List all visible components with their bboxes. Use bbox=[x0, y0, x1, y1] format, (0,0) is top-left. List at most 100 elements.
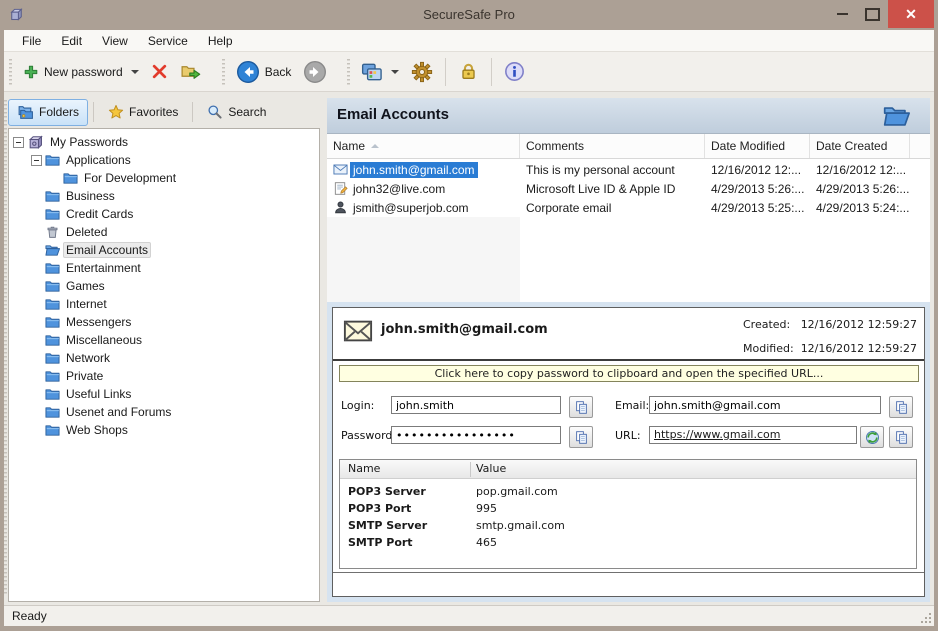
menu-file[interactable]: File bbox=[12, 31, 51, 51]
folder-icon bbox=[45, 387, 60, 402]
view-mode-button[interactable] bbox=[355, 57, 405, 87]
tab-search-label: Search bbox=[228, 105, 266, 119]
collapse-icon[interactable] bbox=[31, 155, 42, 166]
page-title: Email Accounts bbox=[337, 106, 449, 123]
folder-icon bbox=[45, 333, 60, 348]
delete-button[interactable] bbox=[145, 59, 174, 84]
minimize-icon bbox=[837, 13, 848, 15]
copy-login-button[interactable] bbox=[569, 396, 593, 418]
tree-item-for-development[interactable]: For Development bbox=[9, 169, 319, 187]
tree-item-usenet-and-forums[interactable]: Usenet and Forums bbox=[9, 403, 319, 421]
tree-item-email-accounts[interactable]: Email Accounts bbox=[9, 241, 319, 259]
tree-item-games[interactable]: Games bbox=[9, 277, 319, 295]
folder-icon bbox=[45, 297, 60, 312]
export-button[interactable] bbox=[174, 58, 208, 85]
tree-item-business[interactable]: Business bbox=[9, 187, 319, 205]
tab-folders[interactable]: Folders bbox=[8, 99, 88, 126]
tree-item-miscellaneous[interactable]: Miscellaneous bbox=[9, 331, 319, 349]
chevron-down-icon[interactable] bbox=[131, 70, 139, 74]
lock-button[interactable] bbox=[452, 57, 485, 86]
column-header-date-created[interactable]: Date Created bbox=[810, 134, 910, 158]
tab-favorites[interactable]: Favorites bbox=[99, 99, 187, 125]
list-row[interactable]: john.smith@gmail.com This is my personal… bbox=[327, 160, 930, 179]
panel-gripper[interactable] bbox=[4, 100, 7, 596]
tree-item-network[interactable]: Network bbox=[9, 349, 319, 367]
star-icon bbox=[108, 104, 124, 120]
list-row[interactable]: jsmith@superjob.com Corporate email 4/29… bbox=[327, 198, 930, 217]
tree-item-messengers[interactable]: Messengers bbox=[9, 313, 319, 331]
toolbar-gripper[interactable] bbox=[347, 59, 350, 85]
delete-icon bbox=[151, 63, 168, 80]
back-label: Back bbox=[265, 65, 292, 79]
tree-item-private[interactable]: Private bbox=[9, 367, 319, 385]
created-label: Created: bbox=[743, 318, 803, 331]
minimize-button[interactable] bbox=[828, 0, 856, 28]
toolbar: New password Back bbox=[4, 52, 934, 92]
menu-service[interactable]: Service bbox=[138, 31, 198, 51]
url-link[interactable]: https://www.gmail.com bbox=[654, 428, 780, 441]
column-header-name[interactable]: Name bbox=[327, 134, 520, 158]
tab-favorites-label: Favorites bbox=[129, 105, 178, 119]
export-icon bbox=[180, 62, 202, 81]
advanced-column-value[interactable]: Value bbox=[476, 462, 506, 475]
column-header-comments[interactable]: Comments bbox=[520, 134, 705, 158]
copy-password-button[interactable] bbox=[569, 426, 593, 448]
settings-button[interactable] bbox=[405, 57, 439, 87]
table-row[interactable]: POP3 Port 995 bbox=[340, 502, 916, 519]
table-row[interactable]: SMTP Server smtp.gmail.com bbox=[340, 519, 916, 536]
note-icon bbox=[333, 181, 348, 196]
menu-edit[interactable]: Edit bbox=[51, 31, 92, 51]
advanced-column-name[interactable]: Name bbox=[348, 462, 380, 475]
tab-divider bbox=[333, 572, 924, 573]
tree-item-credit-cards[interactable]: Credit Cards bbox=[9, 205, 319, 223]
email-field[interactable] bbox=[649, 396, 881, 414]
tab-search[interactable]: Search bbox=[198, 99, 275, 125]
list-row[interactable]: john32@live.com Microsoft Live ID & Appl… bbox=[327, 179, 930, 198]
forward-button[interactable] bbox=[297, 56, 333, 88]
tree-item-web-shops[interactable]: Web Shops bbox=[9, 421, 319, 439]
toolbar-gripper[interactable] bbox=[222, 59, 225, 85]
maximize-button[interactable] bbox=[858, 0, 886, 28]
url-field[interactable]: https://www.gmail.com bbox=[649, 426, 857, 444]
password-label: Password: bbox=[341, 429, 396, 442]
safe-icon bbox=[27, 134, 44, 151]
tree-item-my-passwords[interactable]: My Passwords bbox=[9, 133, 319, 151]
tree-item-internet[interactable]: Internet bbox=[9, 295, 319, 313]
about-button[interactable] bbox=[498, 57, 531, 86]
column-header-date-modified[interactable]: Date Modified bbox=[705, 134, 810, 158]
table-row[interactable]: POP3 Server pop.gmail.com bbox=[340, 485, 916, 502]
left-panel: Folders Favorites Search bbox=[8, 98, 320, 602]
envelope-icon bbox=[333, 162, 348, 177]
copy-url-button[interactable] bbox=[889, 426, 913, 448]
copy-and-open-bar[interactable]: Click here to copy password to clipboard… bbox=[339, 365, 919, 382]
menu-view[interactable]: View bbox=[92, 31, 138, 51]
search-icon bbox=[207, 104, 223, 120]
chevron-down-icon[interactable] bbox=[391, 70, 399, 74]
tree-item-deleted[interactable]: Deleted bbox=[9, 223, 319, 241]
back-button[interactable]: Back bbox=[230, 56, 298, 88]
copy-email-button[interactable] bbox=[889, 396, 913, 418]
tree-item-entertainment[interactable]: Entertainment bbox=[9, 259, 319, 277]
tree-item-applications[interactable]: Applications bbox=[9, 151, 319, 169]
login-field[interactable] bbox=[391, 396, 561, 414]
title-bar[interactable]: SecureSafe Pro ✕ bbox=[0, 0, 938, 30]
resize-grip[interactable] bbox=[918, 610, 931, 623]
created-value: 12/16/2012 12:59:27 bbox=[801, 318, 917, 331]
password-field[interactable] bbox=[391, 426, 561, 444]
folder-open-icon bbox=[883, 103, 910, 130]
maximize-icon bbox=[865, 8, 880, 21]
menu-help[interactable]: Help bbox=[198, 31, 243, 51]
tree-item-useful-links[interactable]: Useful Links bbox=[9, 385, 319, 403]
toolbar-gripper[interactable] bbox=[9, 59, 12, 85]
close-button[interactable]: ✕ bbox=[888, 0, 934, 28]
folder-tree: My Passwords Applications For Developmen… bbox=[8, 128, 320, 602]
open-url-button[interactable] bbox=[860, 426, 884, 448]
content-header: Email Accounts bbox=[327, 98, 930, 134]
new-password-button[interactable]: New password bbox=[17, 60, 145, 84]
folder-icon bbox=[45, 261, 60, 276]
detail-tab-bar: Comments Advanced bbox=[337, 572, 341, 590]
lock-icon bbox=[458, 61, 479, 82]
table-row[interactable]: SMTP Port 465 bbox=[340, 536, 916, 553]
folder-icon bbox=[45, 423, 60, 438]
collapse-icon[interactable] bbox=[13, 137, 24, 148]
